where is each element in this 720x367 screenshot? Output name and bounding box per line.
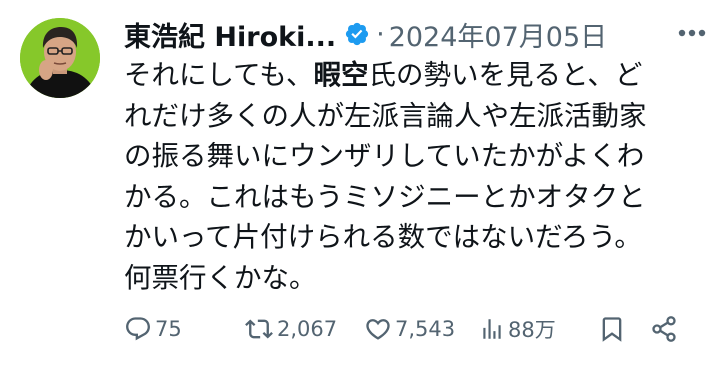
text-segment: それにしても、 (124, 59, 314, 91)
like-count: 7,543 (395, 317, 456, 341)
views-icon (483, 319, 501, 339)
text-segment: かる。これはもうミソジニーとかオタクと (124, 180, 646, 213)
tweet-text-line: 何票行くかな。 (124, 258, 714, 299)
text-bold-segment: 暇空 (313, 59, 369, 91)
verified-badge-icon[interactable] (344, 21, 370, 47)
avatar[interactable] (20, 18, 100, 98)
tweet-text-line: かいって片付けられる数ではないだろう。 (124, 217, 714, 258)
reply-count: 75 (155, 317, 182, 341)
views-button[interactable]: 88万 (479, 312, 556, 346)
text-segment: れだけ多くの人が左派言論人や左派活動家 (124, 99, 647, 132)
text-segment: の振る舞いにウンザリしていたかがよくわ (124, 140, 645, 172)
views-count: 88万 (508, 318, 556, 342)
tweet[interactable]: 東浩紀 Hiroki... · 2024年07月05日 それにしても、暇空氏の勢… (0, 0, 720, 367)
more-options-button[interactable] (672, 18, 712, 48)
tweet-date[interactable]: 2024年07月05日 (389, 15, 607, 54)
bookmark-button[interactable] (598, 312, 626, 346)
tweet-header: 東浩紀 Hiroki... · 2024年07月05日 (124, 14, 607, 54)
action-bar: 75 2,067 7,543 88万 (0, 312, 720, 346)
reply-button[interactable]: 75 (124, 312, 182, 346)
reply-icon (126, 317, 150, 341)
text-segment: 氏の勢いを見ると、ど (368, 59, 643, 91)
text-segment: 何票行くかな。 (124, 261, 317, 294)
heart-icon (366, 319, 390, 340)
repost-count: 2,067 (277, 317, 338, 341)
like-button[interactable]: 7,543 (364, 312, 455, 346)
share-icon (652, 316, 676, 342)
tweet-text-line: れだけ多くの人が左派言論人や左派活動家 (124, 96, 714, 137)
tweet-text-line: の振る舞いにウンザリしていたかがよくわ (124, 136, 714, 177)
header-separator: · (376, 18, 385, 50)
tweet-text: それにしても、暇空氏の勢いを見ると、ど れだけ多くの人が左派言論人や左派活動家 … (124, 55, 714, 298)
more-icon (678, 29, 706, 37)
repost-icon (245, 319, 273, 339)
author-display-name[interactable]: 東浩紀 Hiroki... (124, 15, 336, 54)
tweet-text-line: それにしても、暇空氏の勢いを見ると、ど (124, 55, 714, 96)
avatar-photo (20, 18, 100, 98)
bookmark-icon (602, 317, 622, 342)
text-segment: かいって片付けられる数ではないだろう。 (124, 221, 642, 253)
tweet-text-line: かる。これはもうミソジニーとかオタクと (124, 177, 714, 218)
share-button[interactable] (650, 312, 678, 346)
repost-button[interactable]: 2,067 (244, 312, 337, 346)
